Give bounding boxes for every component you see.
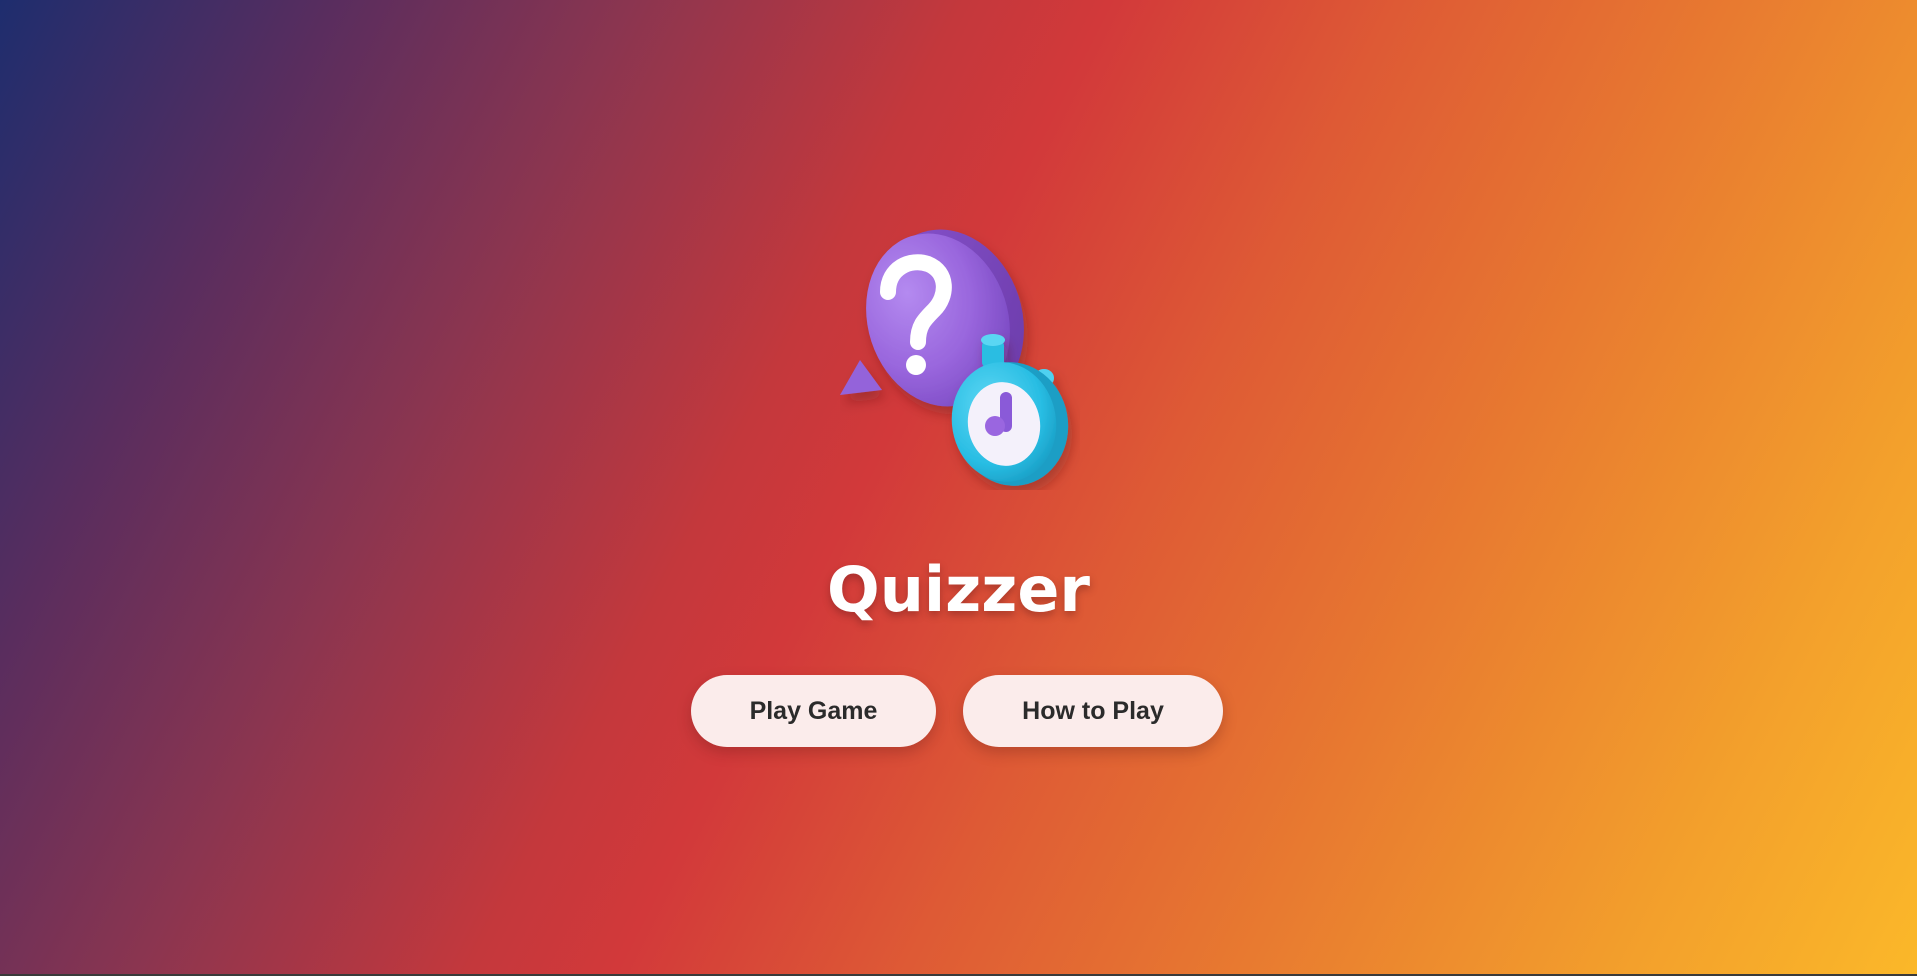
- how-to-play-button[interactable]: How to Play: [963, 675, 1223, 747]
- start-screen: Quizzer Play Game How to Play: [0, 0, 1917, 976]
- quiz-logo-icon: [840, 220, 1080, 490]
- question-bubble-stopwatch-icon: [840, 229, 1069, 486]
- menu-buttons: Play Game How to Play: [0, 675, 1917, 747]
- play-game-button[interactable]: Play Game: [691, 675, 936, 747]
- game-title: Quizzer: [827, 553, 1090, 626]
